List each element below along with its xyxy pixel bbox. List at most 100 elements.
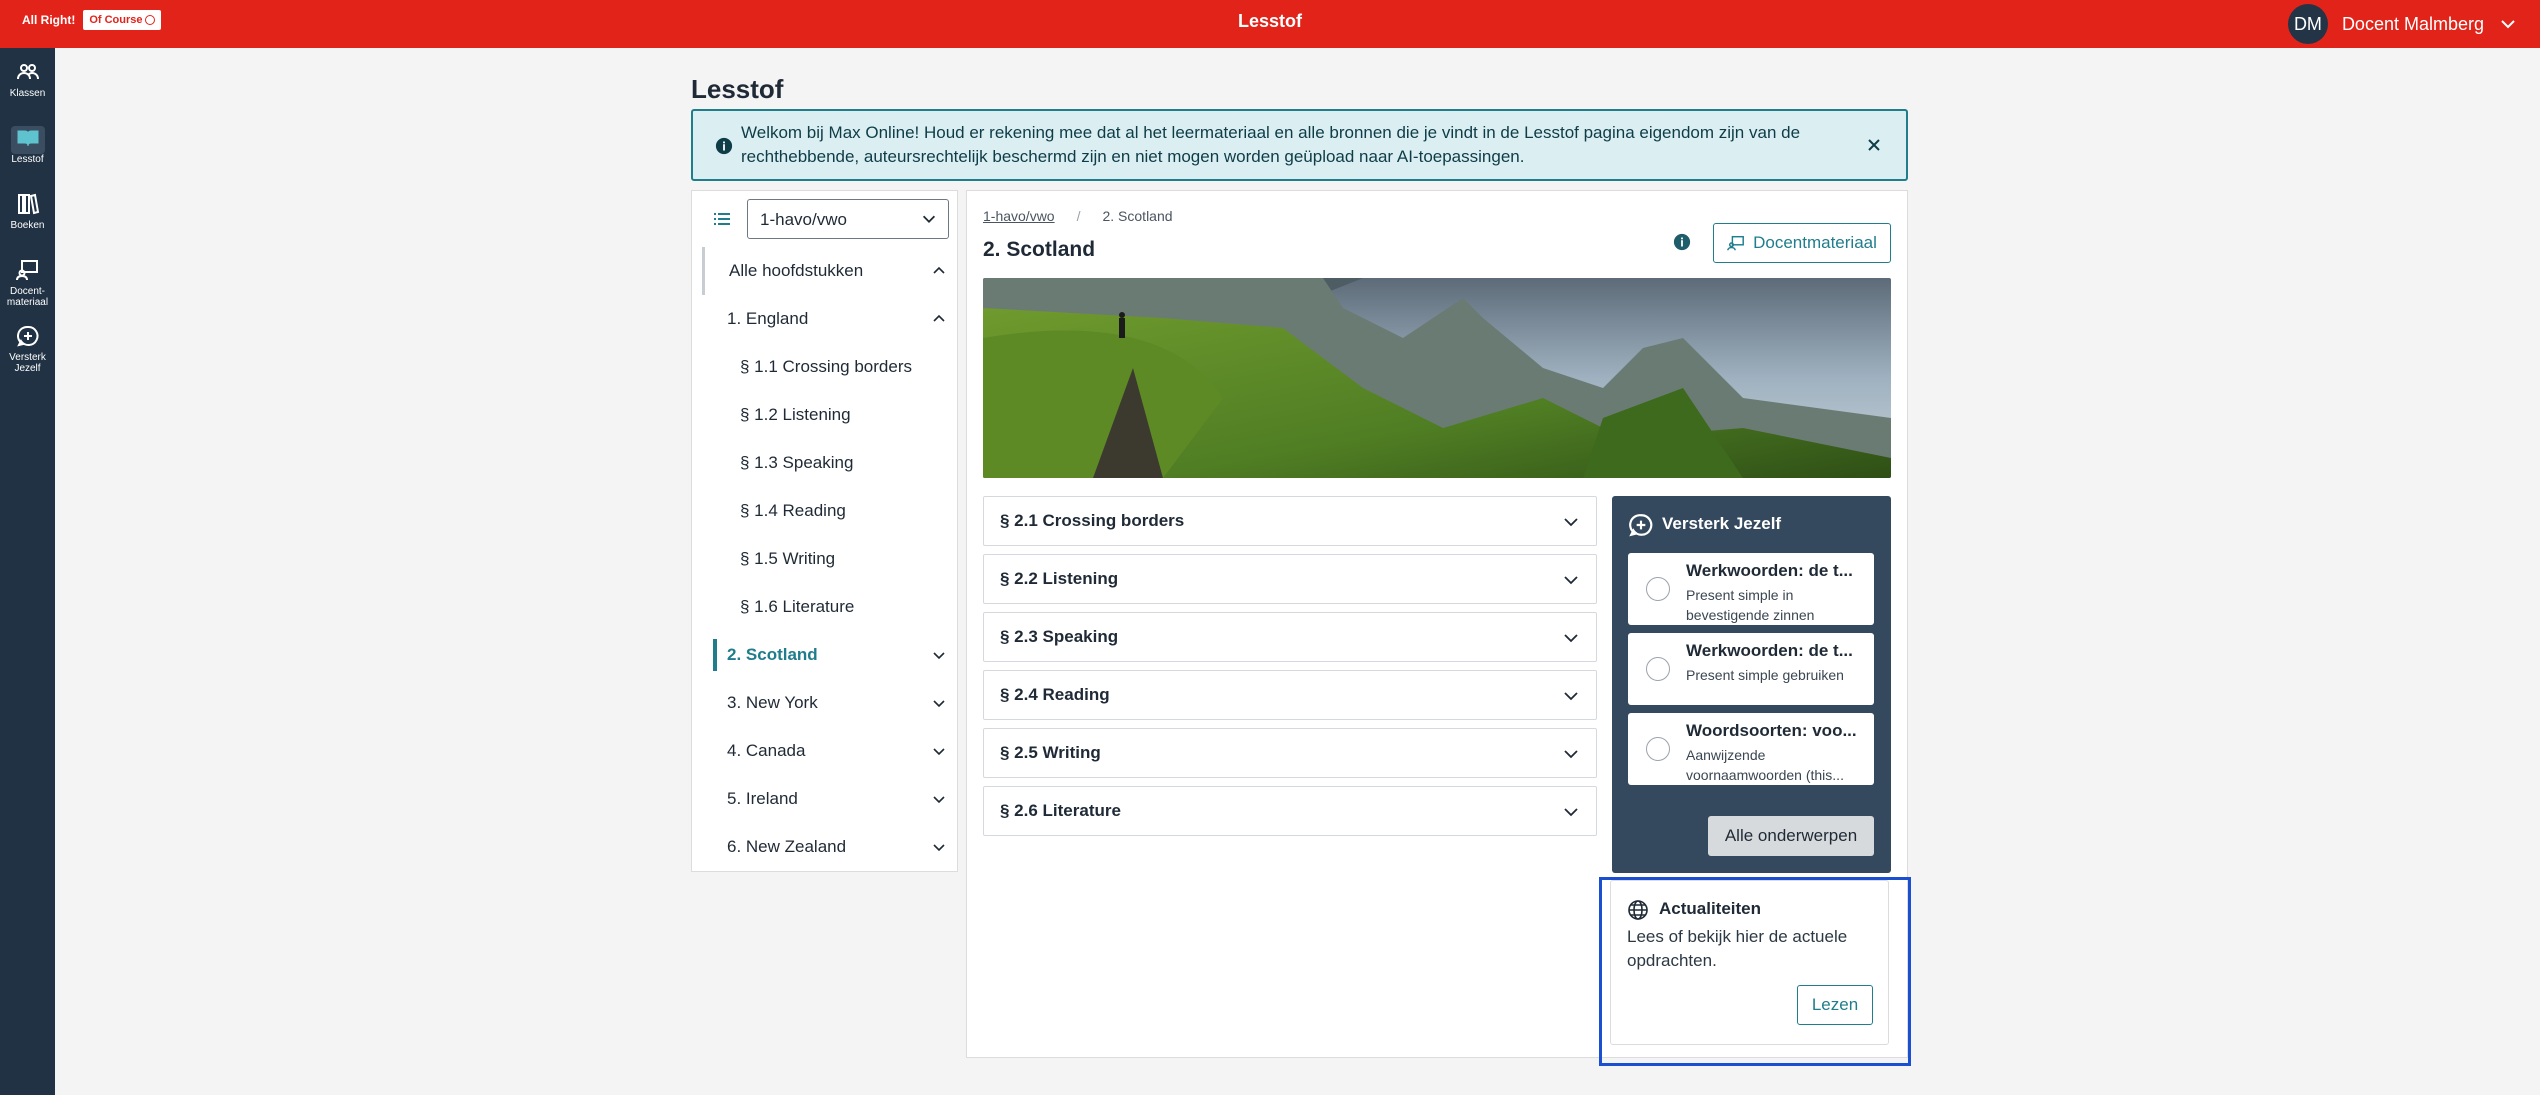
radio-icon <box>1646 737 1670 761</box>
section-label: § 2.6 Literature <box>1000 801 1121 820</box>
nav-item-paragraph[interactable]: § 1.4 Reading <box>692 487 959 535</box>
chevron-down-icon <box>1564 750 1578 759</box>
topic-subtitle: Aanwijzende voornaamwoorden (this... <box>1686 747 1844 783</box>
chapter-title: 2. Scotland <box>983 238 1096 261</box>
nav-list: Alle hoofdstukken 1. England § 1.1 Cross… <box>692 247 959 871</box>
chapter-hero-image <box>983 278 1891 478</box>
rail-item-versterk-jezelf[interactable]: Versterk Jezelf <box>0 312 55 378</box>
globe-icon <box>1628 900 1648 920</box>
topic-subtitle: Present simple gebruiken <box>1686 667 1844 683</box>
nav-item-chapter-6[interactable]: 6. New Zealand <box>692 823 959 871</box>
rail-item-docentmateriaal[interactable]: Docent- materiaal <box>0 246 55 312</box>
versterk-jezelf-title: Versterk Jezelf <box>1662 514 1782 533</box>
level-select-value: 1-havo/vwo <box>760 210 847 229</box>
app-title: Lesstof <box>1237 11 1302 31</box>
chevron-down-icon <box>933 796 945 804</box>
breadcrumb-link[interactable]: 1-havo/vwo <box>983 208 1055 224</box>
left-rail: Klassen Lesstof Boeken Docent- materiaal… <box>0 48 55 1095</box>
rail-item-lesstof[interactable]: Lesstof <box>0 114 55 180</box>
teacher-icon <box>1727 235 1745 251</box>
topic-item[interactable]: Werkwoorden: de t... Present simple gebr… <box>1628 633 1874 705</box>
info-icon <box>715 137 733 155</box>
docentmateriaal-label: Docentmateriaal <box>1753 233 1877 252</box>
alle-onderwerpen-button[interactable]: Alle onderwerpen <box>1708 816 1874 856</box>
rail-item-boeken[interactable]: Boeken <box>0 180 55 246</box>
nav-item-all-chapters[interactable]: Alle hoofdstukken <box>702 247 959 295</box>
section-accordion[interactable]: § 2.5 Writing <box>983 728 1597 778</box>
topic-title: Woordsoorten: voo... <box>1686 721 1857 740</box>
chevron-down-icon <box>1564 634 1578 643</box>
rail-item-klassen[interactable]: Klassen <box>0 48 55 114</box>
chevron-down-icon <box>1564 692 1578 701</box>
actualiteiten-description: Lees of bekijk hier de actuele opdrachte… <box>1627 927 1848 970</box>
nav-item-chapter-1[interactable]: 1. England <box>692 295 959 343</box>
top-bar: All Right! Of Course Lesstof DM Docent M… <box>0 0 2540 48</box>
chevron-down-icon <box>922 215 936 223</box>
nav-item-paragraph[interactable]: § 1.5 Writing <box>692 535 959 583</box>
nav-item-paragraph[interactable]: § 1.2 Listening <box>692 391 959 439</box>
user-name: Docent Malmberg <box>2341 13 2484 34</box>
list-icon[interactable] <box>712 209 732 229</box>
rail-label: Docent- materiaal <box>6 286 49 308</box>
nav-item-chapter-2[interactable]: 2. Scotland <box>692 631 959 679</box>
nav-item-paragraph[interactable]: § 1.1 Crossing borders <box>692 343 959 391</box>
chevron-up-icon <box>933 266 945 274</box>
section-accordion[interactable]: § 2.6 Literature <box>983 786 1597 836</box>
actualiteiten-card: Actualiteiten Lees of bekijk hier de act… <box>1610 880 1889 1045</box>
nav-item-label: § 1.2 Listening <box>740 405 851 424</box>
nav-item-label: § 1.5 Writing <box>740 549 836 568</box>
topic-item[interactable]: Werkwoorden: de t... Present simple in b… <box>1628 553 1874 625</box>
breadcrumb-current: 2. Scotland <box>1102 208 1173 224</box>
radio-icon <box>1646 657 1670 681</box>
breadcrumb: 1-havo/vwo / 2. Scotland <box>983 208 1173 224</box>
section-label: § 2.2 Listening <box>1000 569 1119 588</box>
teacher-icon <box>15 260 38 281</box>
chevron-up-icon <box>933 314 945 322</box>
breadcrumb-separator: / <box>1076 208 1081 224</box>
nav-item-label: 1. England <box>727 309 809 328</box>
section-accordion[interactable]: § 2.2 Listening <box>983 554 1597 604</box>
books-icon <box>17 193 39 215</box>
chevron-down-icon <box>1564 576 1578 585</box>
users-icon <box>16 64 39 80</box>
nav-item-label: Alle hoofdstukken <box>729 261 864 280</box>
nav-item-paragraph[interactable]: § 1.6 Literature <box>692 583 959 631</box>
nav-item-chapter-5[interactable]: 5. Ireland <box>692 775 959 823</box>
topic-title: Werkwoorden: de t... <box>1686 561 1853 580</box>
chevron-down-icon <box>933 844 945 852</box>
notice-banner: Welkom bij Max Online! Houd er rekening … <box>691 109 1908 181</box>
level-select[interactable]: 1-havo/vwo <box>747 199 949 239</box>
nav-item-paragraph[interactable]: § 1.3 Speaking <box>692 439 959 487</box>
close-icon[interactable] <box>1864 135 1884 155</box>
chevron-down-icon <box>1564 518 1578 527</box>
nav-item-chapter-3[interactable]: 3. New York <box>692 679 959 727</box>
nav-item-label: § 1.6 Literature <box>740 597 855 616</box>
docentmateriaal-button[interactable]: Docentmateriaal <box>1713 223 1891 263</box>
chapter-nav: 1-havo/vwo Alle hoofdstukken 1. England … <box>691 190 958 872</box>
nav-item-chapter-4[interactable]: 4. Canada <box>692 727 959 775</box>
topic-subtitle: Present simple in bevestigende zinnen <box>1686 587 1815 623</box>
avatar: DM <box>2287 4 2328 44</box>
info-icon[interactable] <box>1673 233 1691 251</box>
topic-item[interactable]: Woordsoorten: voo... Aanwijzende voornaa… <box>1628 713 1874 785</box>
user-menu[interactable]: DM Docent Malmberg <box>2287 4 2518 44</box>
radio-icon <box>1646 577 1670 601</box>
boost-icon <box>16 325 38 347</box>
section-accordion[interactable]: § 2.1 Crossing borders <box>983 496 1597 546</box>
section-accordion[interactable]: § 2.4 Reading <box>983 670 1597 720</box>
chevron-down-icon <box>2501 20 2515 29</box>
section-accordion[interactable]: § 2.3 Speaking <box>983 612 1597 662</box>
nav-item-label: 2. Scotland <box>727 645 818 664</box>
section-label: § 2.1 Crossing borders <box>1000 511 1185 530</box>
nav-item-label: 4. Canada <box>727 741 806 760</box>
section-label: § 2.5 Writing <box>1000 743 1101 762</box>
lezen-button[interactable]: Lezen <box>1797 985 1873 1025</box>
topic-title: Werkwoorden: de t... <box>1686 641 1853 660</box>
nav-item-label: 3. New York <box>727 693 818 712</box>
section-list: § 2.1 Crossing borders § 2.2 Listening §… <box>983 496 1597 844</box>
nav-item-label: 5. Ireland <box>727 789 798 808</box>
nav-item-label: § 1.1 Crossing borders <box>740 357 912 376</box>
nav-item-label: 6. New Zealand <box>727 837 847 856</box>
landscape-image <box>983 278 1891 478</box>
chevron-down-icon <box>1564 808 1578 817</box>
